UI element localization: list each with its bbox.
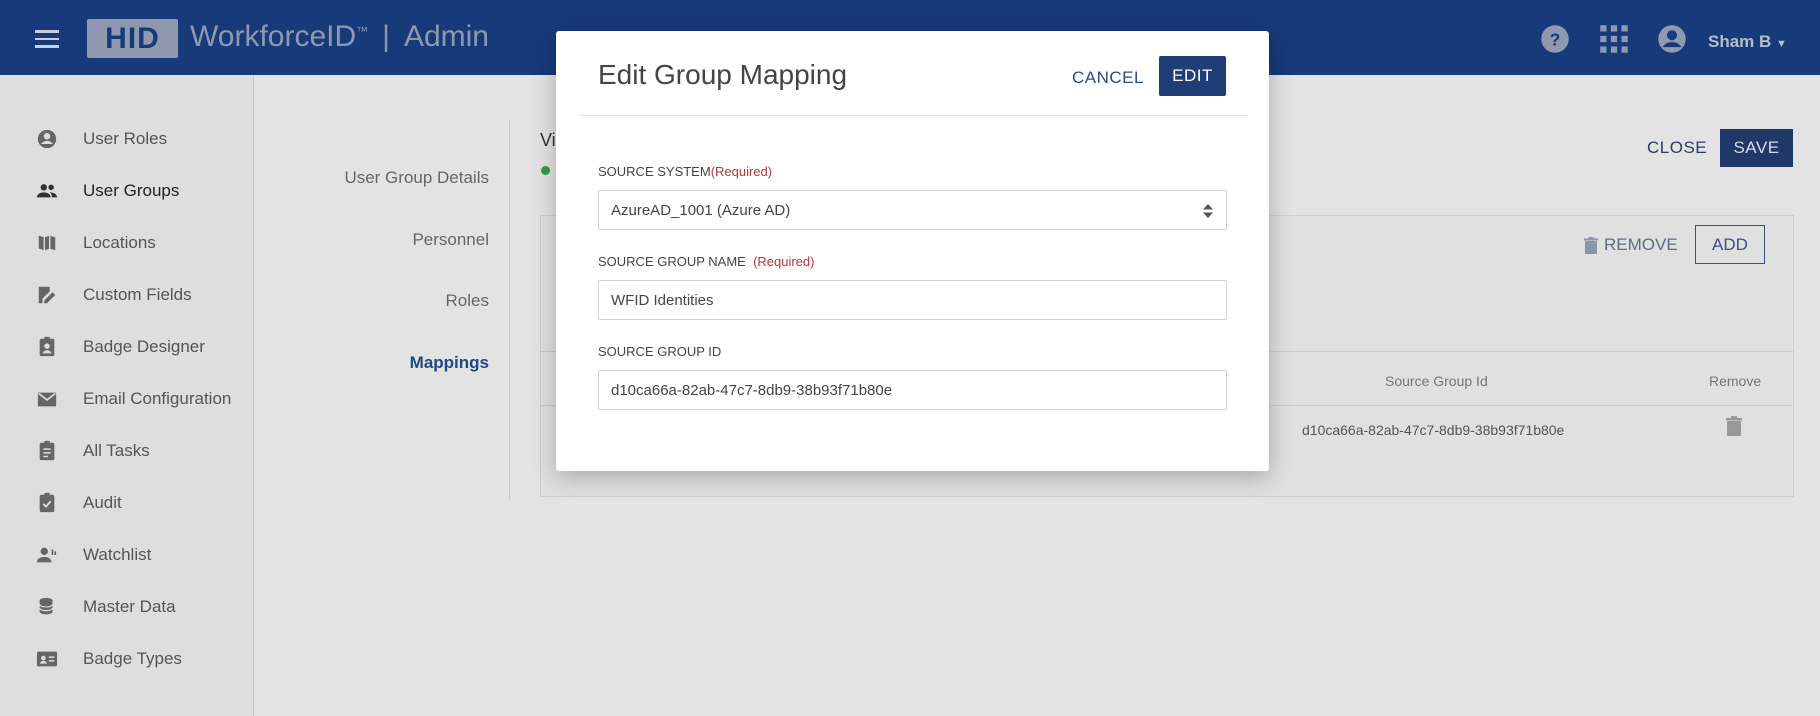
person-watch-icon xyxy=(36,547,57,563)
column-header-remove: Remove xyxy=(1709,373,1762,389)
people-icon xyxy=(36,184,58,198)
source-group-id-label: SOURCE GROUP ID xyxy=(598,344,722,359)
dialog-divider xyxy=(580,115,1247,116)
id-card-icon xyxy=(36,651,58,667)
sidebar-item-user-groups[interactable]: User Groups xyxy=(0,173,254,209)
mail-icon xyxy=(37,392,57,407)
tab-user-group-details[interactable]: User Group Details xyxy=(344,168,489,188)
badge-icon xyxy=(39,336,55,357)
sidebar-item-all-tasks[interactable]: All Tasks xyxy=(0,433,254,469)
trash-icon xyxy=(1584,236,1598,254)
edit-button[interactable]: EDIT xyxy=(1159,56,1226,96)
remove-button[interactable]: REMOVE xyxy=(1584,235,1678,255)
row-trash-icon[interactable] xyxy=(1726,416,1742,436)
database-icon xyxy=(39,597,54,615)
source-group-name-label: SOURCE GROUP NAME (Required) xyxy=(598,254,815,269)
status-dot xyxy=(541,166,550,175)
cancel-button[interactable]: CANCEL xyxy=(1072,68,1144,88)
column-header-source-group-id: Source Group Id xyxy=(1385,373,1488,389)
help-icon[interactable]: ? xyxy=(1540,24,1570,54)
sidebar-item-locations[interactable]: Locations xyxy=(0,225,254,261)
group-title: Vi xyxy=(540,130,556,150)
hid-logo: HID xyxy=(87,19,178,58)
tab-personnel[interactable]: Personnel xyxy=(412,230,489,250)
user-menu[interactable]: Sham B ▼ xyxy=(1708,32,1787,52)
clipboard-check-icon xyxy=(39,492,55,513)
product-title: WorkforceID™ | Admin xyxy=(190,20,489,53)
menu-icon[interactable] xyxy=(35,30,59,48)
source-group-name-input[interactable]: WFID Identities xyxy=(598,280,1227,320)
dialog-title: Edit Group Mapping xyxy=(598,59,848,90)
sidebar-item-badge-types[interactable]: Badge Types xyxy=(0,641,254,677)
caret-down-icon: ▼ xyxy=(1776,38,1787,50)
save-button[interactable]: SAVE xyxy=(1720,129,1793,167)
clipboard-icon xyxy=(39,440,55,461)
apps-grid-icon[interactable] xyxy=(1599,24,1629,54)
tab-mappings[interactable]: Mappings xyxy=(410,353,489,373)
account-circle-icon[interactable] xyxy=(1657,24,1687,54)
svg-text:?: ? xyxy=(1550,29,1561,49)
table-cell-source-group-id: d10ca66a-82ab-47c7-8db9-38b93f71b80e xyxy=(1302,422,1565,438)
map-icon xyxy=(38,235,56,251)
sidebar-item-audit[interactable]: Audit xyxy=(0,485,254,521)
select-arrows-icon xyxy=(1203,204,1213,218)
sidebar-item-custom-fields[interactable]: Custom Fields xyxy=(0,277,254,313)
sidebar-item-badge-designer[interactable]: Badge Designer xyxy=(0,329,254,365)
sidebar-item-email-configuration[interactable]: Email Configuration xyxy=(0,381,254,417)
edit-doc-icon xyxy=(38,286,56,304)
user-circle-icon xyxy=(37,129,57,149)
detail-tabs: User Group Details Personnel Roles Mappi… xyxy=(300,120,510,500)
sidebar-item-user-roles[interactable]: User Roles xyxy=(0,121,254,157)
close-button[interactable]: CLOSE xyxy=(1647,138,1707,158)
add-button[interactable]: ADD xyxy=(1695,225,1765,264)
source-system-label: SOURCE SYSTEM(Required) xyxy=(598,164,773,179)
edit-group-mapping-dialog: Edit Group Mapping CANCEL EDIT SOURCE SY… xyxy=(556,31,1269,471)
source-system-select[interactable]: AzureAD_1001 (Azure AD) xyxy=(598,190,1227,230)
source-group-id-input[interactable]: d10ca66a-82ab-47c7-8db9-38b93f71b80e xyxy=(598,370,1227,410)
sidebar-item-master-data[interactable]: Master Data xyxy=(0,589,254,625)
sidebar-nav: User Roles User Groups Locations Custom … xyxy=(0,75,254,716)
sidebar-item-watchlist[interactable]: Watchlist xyxy=(0,537,254,573)
tab-roles[interactable]: Roles xyxy=(446,291,489,311)
